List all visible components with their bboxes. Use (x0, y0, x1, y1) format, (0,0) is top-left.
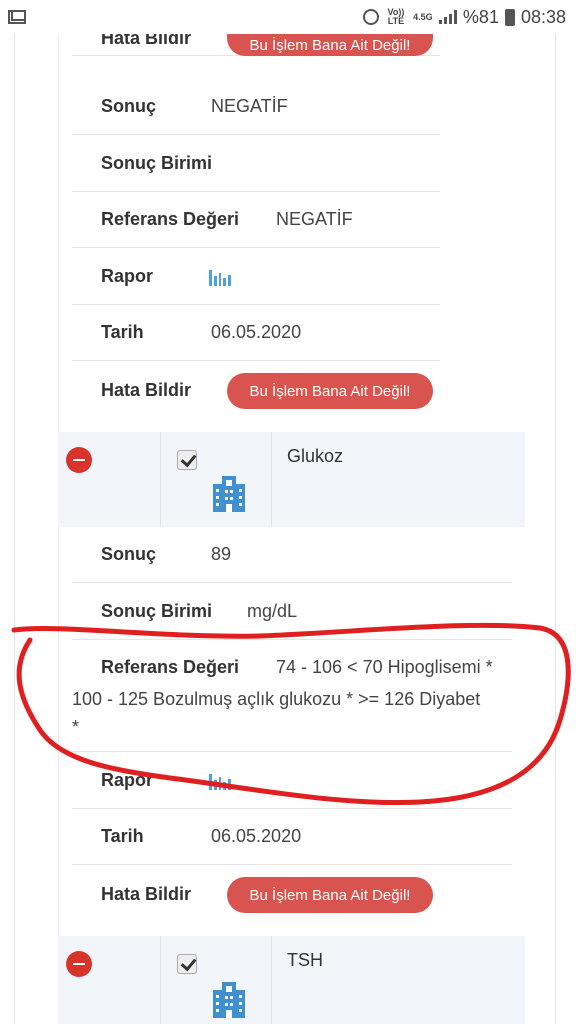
sonuc-label: Sonuç (101, 544, 157, 564)
error-report-button[interactable]: Bu İşlem Bana Ait Değil! (227, 877, 433, 913)
hata-bildir-label: Hata Bildir (101, 379, 192, 400)
sonuc-value: NEGATİF (211, 96, 288, 116)
tarih-value: 06.05.2020 (211, 826, 302, 846)
referans-line: Referans Değeri 74 - 106 < 70 Hipoglisemi… (101, 657, 493, 678)
status-right: Vo)) LTE 4.5G %81 08:38 (362, 0, 566, 34)
gmail-icon (8, 10, 26, 24)
report-chart-icon[interactable] (209, 268, 231, 286)
report-chart-icon[interactable] (209, 772, 231, 790)
row-sonuc-birimi: Sonuç Birimi mg/dL (72, 584, 512, 640)
rapor-label: Rapor (101, 770, 154, 790)
test-row-tsh: TSH (58, 936, 525, 1024)
error-report-button[interactable]: Bu İşlem Bana Ait Değil! (227, 373, 433, 409)
collapse-button[interactable] (66, 447, 92, 473)
collapse-button[interactable] (66, 951, 92, 977)
sonuc-birimi-label: Sonuç Birimi (101, 153, 213, 173)
select-checkbox[interactable] (177, 954, 197, 974)
select-checkbox[interactable] (177, 450, 197, 470)
referans-value-3: * (72, 717, 80, 737)
referans-value-1: 74 - 106 < 70 Hipoglisemi * (276, 657, 493, 677)
row-rapor: Rapor (72, 753, 512, 809)
battery-percent: %81 (462, 6, 499, 27)
tarih-value: 06.05.2020 (211, 322, 302, 342)
test-name[interactable]: Glukoz (287, 446, 343, 467)
battery-icon (504, 8, 515, 26)
rapor-label: Rapor (101, 266, 154, 286)
hata-bildir-label: Hata Bildir (101, 34, 192, 48)
alarm-icon (362, 9, 379, 25)
test-name[interactable]: TSH (287, 950, 323, 971)
sonuc-label: Sonuç (101, 96, 157, 116)
row-referans: Referans Değeri NEGATİF (72, 192, 440, 248)
tarih-label: Tarih (101, 322, 144, 342)
error-report-button-top[interactable]: Bu İşlem Bana Ait Değil! (227, 34, 433, 56)
row-sonuc: Sonuç NEGATİF (72, 79, 440, 135)
cell-divider (271, 432, 272, 527)
referans-label: Referans Değeri (101, 657, 240, 677)
sonuc-birimi-value: mg/dL (247, 601, 298, 621)
frame-left-border (14, 34, 15, 1024)
clock: 08:38 (520, 6, 566, 27)
sonuc-birimi-label: Sonuç Birimi (101, 601, 213, 621)
cell-divider (160, 432, 161, 527)
test-row-glukoz: Glukoz (58, 432, 525, 527)
cell-divider (160, 936, 161, 1024)
row-rapor: Rapor (72, 249, 440, 305)
sonuc-value: 89 (211, 544, 232, 564)
hospital-building-icon (213, 476, 245, 512)
frame-right-border (555, 34, 556, 1024)
referans-label: Referans Değeri (101, 209, 240, 229)
referans-block: Referans Değeri 74 - 106 < 70 Hipoglisemi… (72, 641, 512, 752)
row-sonuc: Sonuç 89 (72, 527, 512, 583)
referans-value: NEGATİF (276, 209, 353, 229)
row-sonuc-birimi: Sonuç Birimi (72, 136, 440, 192)
status-bar: Vo)) LTE 4.5G %81 08:38 (0, 0, 576, 34)
hata-bildir-label: Hata Bildir (101, 883, 192, 904)
hospital-building-icon (213, 982, 245, 1018)
tarih-label: Tarih (101, 826, 144, 846)
speed-indicator: 4.5G (413, 11, 433, 22)
row-tarih: Tarih 06.05.2020 (72, 305, 440, 361)
inner-left-border (58, 34, 59, 1024)
network-indicator: Vo)) LTE (387, 7, 405, 26)
signal-icon (438, 10, 457, 24)
cell-divider (271, 936, 272, 1024)
row-tarih: Tarih 06.05.2020 (72, 809, 512, 865)
referans-value-2: 100 - 125 Bozulmuş açlık glukozu * >= 12… (72, 689, 481, 709)
